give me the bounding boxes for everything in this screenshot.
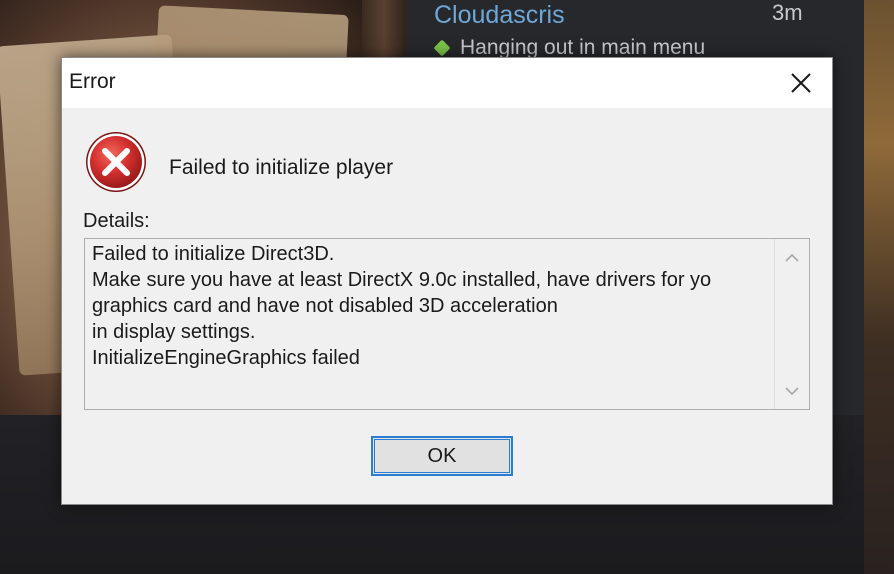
error-dialog: Error Failed to initialize player Detail… — [61, 57, 833, 505]
details-line: Failed to initialize Direct3D. — [92, 243, 335, 265]
details-scrollbar[interactable] — [774, 239, 809, 409]
error-message: Failed to initialize player — [169, 156, 394, 179]
friend-time: 3m — [772, 0, 803, 25]
details-line: graphics card and have not disabled 3D a… — [92, 295, 558, 317]
details-label: Details: — [83, 210, 150, 232]
dialog-title: Error — [69, 70, 116, 93]
details-line: in display settings. — [92, 321, 256, 343]
dialog-titlebar[interactable]: Error — [62, 58, 832, 108]
details-text: Failed to initialize Direct3D. Make sure… — [92, 241, 778, 371]
background-edge-art — [864, 0, 894, 574]
details-textbox[interactable]: Failed to initialize Direct3D. Make sure… — [84, 238, 810, 410]
error-icon — [86, 132, 146, 192]
chevron-down-icon — [785, 386, 799, 395]
close-icon — [791, 73, 811, 93]
close-button[interactable] — [770, 58, 832, 108]
ok-button[interactable]: OK — [371, 436, 513, 476]
online-status-icon — [433, 39, 451, 57]
scroll-up-button[interactable] — [775, 243, 809, 271]
friend-name[interactable]: Cloudascris — [434, 0, 565, 30]
scroll-down-button[interactable] — [775, 377, 809, 405]
details-line: Make sure you have at least DirectX 9.0c… — [92, 269, 712, 291]
details-line: InitializeEngineGraphics failed — [92, 347, 360, 369]
screen: Cloudascris 3m Hanging out in main menu … — [0, 0, 894, 574]
chevron-up-icon — [785, 253, 799, 262]
